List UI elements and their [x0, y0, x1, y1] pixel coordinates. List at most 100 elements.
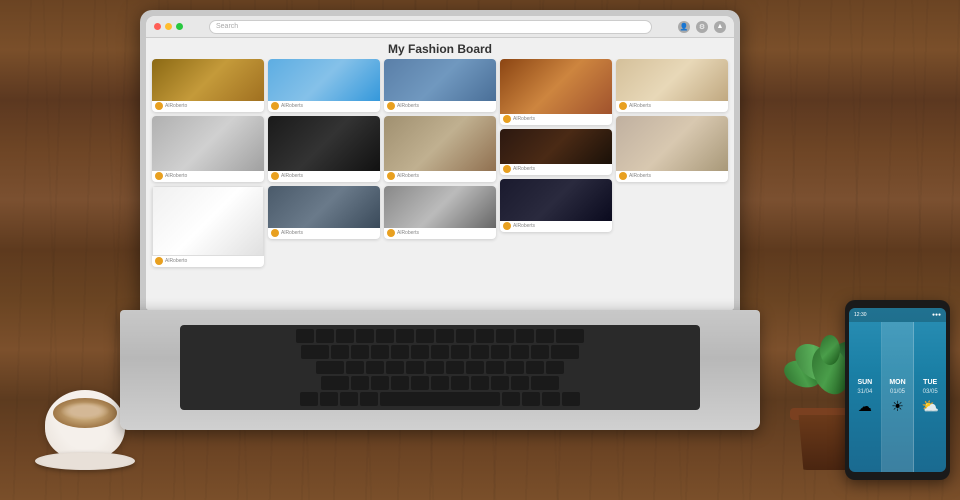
- weather-day-name: MON: [889, 379, 905, 386]
- key[interactable]: [471, 345, 489, 359]
- key[interactable]: [356, 329, 374, 343]
- key[interactable]: [506, 361, 524, 375]
- key[interactable]: [516, 329, 534, 343]
- key[interactable]: [471, 376, 489, 390]
- key[interactable]: [331, 345, 349, 359]
- key[interactable]: [511, 345, 529, 359]
- key[interactable]: [296, 329, 314, 343]
- pin-card[interactable]: AlRoberts: [268, 116, 380, 182]
- key[interactable]: [456, 329, 474, 343]
- search-bar[interactable]: Search: [209, 20, 652, 34]
- weather-day-date: 31/04: [857, 389, 872, 395]
- key[interactable]: [336, 329, 354, 343]
- key[interactable]: [346, 361, 364, 375]
- key[interactable]: [491, 345, 509, 359]
- coffee-foam: [60, 402, 110, 420]
- pin-card[interactable]: AlRoberto: [152, 186, 264, 267]
- key[interactable]: [386, 361, 404, 375]
- key[interactable]: [486, 361, 504, 375]
- close-dot[interactable]: [154, 23, 161, 30]
- key[interactable]: [491, 376, 509, 390]
- key[interactable]: [416, 329, 434, 343]
- key-alt[interactable]: [340, 392, 358, 406]
- key[interactable]: [536, 329, 554, 343]
- pin-card[interactable]: AlRoberts: [268, 186, 380, 239]
- key-backspace[interactable]: [556, 329, 584, 343]
- key-shift-right[interactable]: [531, 376, 559, 390]
- key[interactable]: [391, 345, 409, 359]
- key-tab[interactable]: [301, 345, 329, 359]
- pin-username: AlRoberts: [397, 230, 419, 236]
- pin-image-wallet: [616, 116, 728, 171]
- key[interactable]: [496, 329, 514, 343]
- key[interactable]: [436, 329, 454, 343]
- key[interactable]: [371, 345, 389, 359]
- masonry-col-2: AlRoberts AlRoberts: [268, 59, 380, 308]
- pin-card[interactable]: AlRoberts: [500, 179, 612, 232]
- key-enter[interactable]: [551, 345, 579, 359]
- key[interactable]: [431, 345, 449, 359]
- weather-days: SUN 31/04 ☁ MON 01/05 ☀ TUE 03/05 ⛅: [849, 322, 946, 472]
- screen-topbar: Search 👤 ⚙ ▲: [146, 16, 734, 38]
- key[interactable]: [531, 345, 549, 359]
- share-icon[interactable]: ▲: [714, 21, 726, 33]
- key-cmd-left[interactable]: [360, 392, 378, 406]
- key[interactable]: [391, 376, 409, 390]
- pin-card[interactable]: AlRoberto: [152, 116, 264, 182]
- pin-avatar: [271, 229, 279, 237]
- pin-card[interactable]: AlRoberts: [500, 59, 612, 125]
- key[interactable]: [351, 345, 369, 359]
- key-cmd-right[interactable]: [502, 392, 520, 406]
- key[interactable]: [511, 376, 529, 390]
- key[interactable]: [411, 345, 429, 359]
- key[interactable]: [476, 329, 494, 343]
- pin-avatar: [271, 102, 279, 110]
- key-arrow-up[interactable]: [542, 392, 560, 406]
- pin-card[interactable]: AlRoberts: [268, 59, 380, 112]
- minimize-dot[interactable]: [165, 23, 172, 30]
- pin-card[interactable]: AlRoberts: [616, 59, 728, 112]
- fullscreen-dot[interactable]: [176, 23, 183, 30]
- pin-username: AlRoberto: [165, 258, 187, 264]
- key[interactable]: [371, 376, 389, 390]
- pin-user: AlRoberts: [268, 101, 380, 112]
- key[interactable]: [526, 361, 544, 375]
- key-arrow-right[interactable]: [562, 392, 580, 406]
- key[interactable]: [426, 361, 444, 375]
- key[interactable]: [446, 361, 464, 375]
- key-row-2: [184, 345, 696, 359]
- pin-user: AlRoberto: [152, 101, 264, 112]
- pin-card[interactable]: AlRoberts: [616, 116, 728, 182]
- laptop-base: [120, 310, 760, 430]
- pin-card[interactable]: AlRoberts: [384, 116, 496, 182]
- pin-card[interactable]: AlRoberts: [500, 129, 612, 175]
- key-shift-left[interactable]: [321, 376, 349, 390]
- key-caps[interactable]: [316, 361, 344, 375]
- weather-day-tue: TUE 03/05 ⛅: [914, 322, 946, 472]
- key[interactable]: [351, 376, 369, 390]
- key[interactable]: [316, 329, 334, 343]
- key-arrow-left[interactable]: [522, 392, 540, 406]
- key[interactable]: [396, 329, 414, 343]
- pin-card[interactable]: AlRoberts: [384, 59, 496, 112]
- pin-image-jeans: [268, 186, 380, 228]
- pin-card[interactable]: AlRoberto: [152, 59, 264, 112]
- key[interactable]: [451, 376, 469, 390]
- key[interactable]: [546, 361, 564, 375]
- key[interactable]: [431, 376, 449, 390]
- pin-card[interactable]: AlRoberts: [384, 186, 496, 239]
- pin-username: AlRoberto: [165, 173, 187, 179]
- key[interactable]: [411, 376, 429, 390]
- phone-screen[interactable]: 12:30 ●●● SUN 31/04 ☁ MON 01/05 ☀ TUE 03…: [849, 308, 946, 472]
- key[interactable]: [466, 361, 484, 375]
- settings-icon[interactable]: ⚙: [696, 21, 708, 33]
- pin-image-belt: [500, 129, 612, 164]
- key-fn[interactable]: [300, 392, 318, 406]
- key-ctrl[interactable]: [320, 392, 338, 406]
- key[interactable]: [366, 361, 384, 375]
- key[interactable]: [406, 361, 424, 375]
- user-icon[interactable]: 👤: [678, 21, 690, 33]
- key[interactable]: [376, 329, 394, 343]
- key-space[interactable]: [380, 392, 500, 406]
- key[interactable]: [451, 345, 469, 359]
